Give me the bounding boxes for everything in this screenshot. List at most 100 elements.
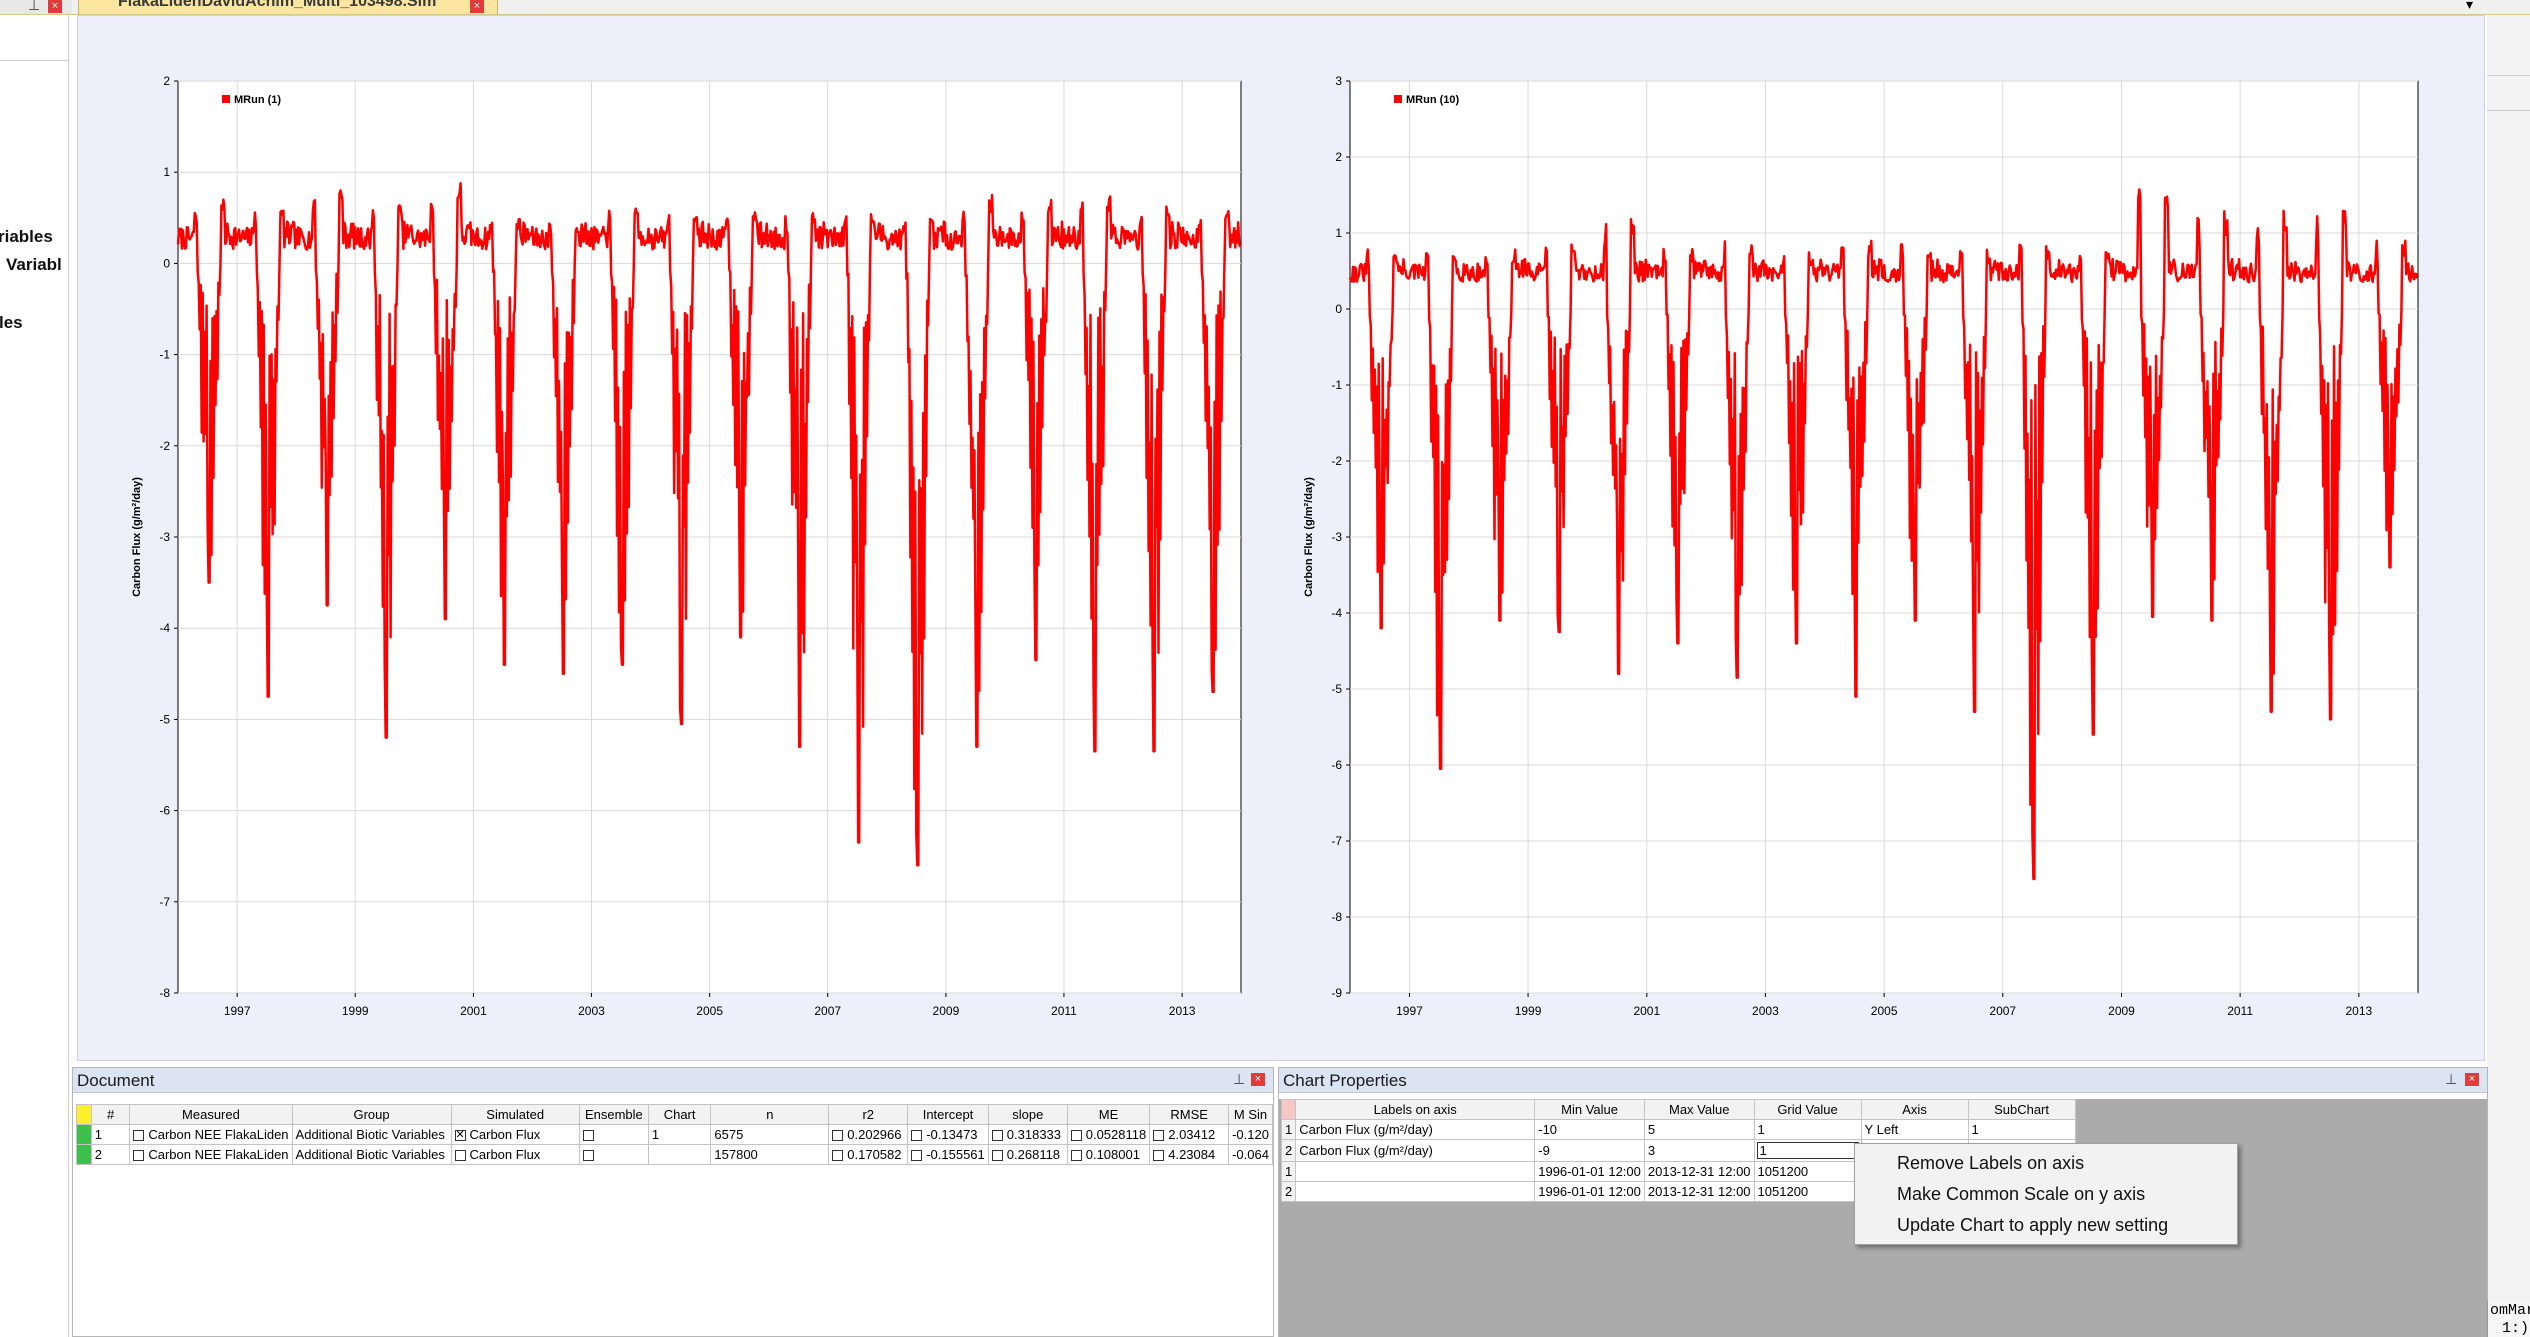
min-cell[interactable]: -9 bbox=[1534, 1139, 1645, 1162]
tab-dropdown-icon[interactable]: ▾ bbox=[2466, 0, 2473, 13]
y-tick-label: -7 bbox=[1331, 834, 1342, 848]
measured-cell[interactable]: Carbon NEE FlakaLiden bbox=[129, 1124, 293, 1145]
simulated-checkbox[interactable] bbox=[454, 1150, 466, 1161]
column-header[interactable]: slope bbox=[987, 1104, 1068, 1125]
slope-checkbox[interactable] bbox=[991, 1150, 1003, 1161]
column-header[interactable]: Labels on axis bbox=[1295, 1099, 1536, 1120]
max-cell[interactable]: 2013-12-31 12:00 bbox=[1643, 1181, 1755, 1202]
left-pane-item[interactable]: Variabl bbox=[6, 255, 62, 275]
chart-mrun-10[interactable]: 3 2 1 0 -1 -2 -3 -4 -5 -6 -7 -8 -9 1997 1999 2001 2003 20… bbox=[1303, 15, 2485, 1061]
left-pane: riables Variabl les bbox=[0, 15, 69, 1337]
table-row[interactable]: 2 Carbon NEE FlakaLiden Additional Bioti… bbox=[76, 1144, 1273, 1165]
row-number: 2 bbox=[1280, 1139, 1297, 1162]
group-cell[interactable]: Additional Biotic Variables bbox=[291, 1144, 452, 1165]
slope-cell: 0.318333 bbox=[987, 1124, 1068, 1145]
grid-cell[interactable]: 1 bbox=[1753, 1119, 1862, 1140]
r2-checkbox[interactable] bbox=[832, 1150, 844, 1161]
measured-cell[interactable]: Carbon NEE FlakaLiden bbox=[129, 1144, 293, 1165]
column-header[interactable]: Max Value bbox=[1643, 1099, 1755, 1120]
column-header[interactable]: n bbox=[710, 1104, 830, 1125]
rmse-checkbox[interactable] bbox=[1153, 1130, 1165, 1141]
column-header[interactable]: Intercept bbox=[907, 1104, 989, 1125]
legend-swatch bbox=[222, 95, 230, 103]
chart-mrun-1[interactable]: 2 1 0 -1 -2 -3 -4 -5 -6 -7 -8 1997 1999 2001 2003 2005 2… bbox=[77, 15, 1317, 1061]
y-tick-label: 2 bbox=[1335, 150, 1342, 164]
column-header[interactable]: Grid Value bbox=[1753, 1099, 1862, 1120]
intercept-checkbox[interactable] bbox=[911, 1150, 923, 1161]
min-cell[interactable]: 1996-01-01 12:00 bbox=[1534, 1161, 1645, 1182]
grid-value-input[interactable]: 1 bbox=[1756, 1142, 1859, 1159]
column-header[interactable]: Chart bbox=[647, 1104, 712, 1125]
x-tick-label: 2003 bbox=[1752, 1004, 1779, 1018]
column-header[interactable]: Axis bbox=[1860, 1099, 1969, 1120]
ensemble-checkbox[interactable] bbox=[582, 1150, 594, 1161]
y-tick-label: -6 bbox=[159, 804, 170, 818]
measured-checkbox[interactable] bbox=[133, 1130, 145, 1141]
document-table: # Measured Group Simulated Ensemble Char… bbox=[76, 1104, 1273, 1165]
me-checkbox[interactable] bbox=[1070, 1130, 1082, 1141]
document-tab-label: FlakaLidenDavidAchim_Multi_103498.Sim bbox=[118, 0, 437, 10]
label-cell[interactable]: Carbon Flux (g/m²/day) bbox=[1295, 1119, 1536, 1140]
slope-checkbox[interactable] bbox=[991, 1130, 1003, 1141]
close-icon[interactable]: × bbox=[2465, 1073, 2479, 1086]
column-header[interactable]: Simulated bbox=[450, 1104, 580, 1125]
chart-cell[interactable]: 1 bbox=[647, 1124, 712, 1145]
table-row[interactable]: 1 Carbon NEE FlakaLiden Additional Bioti… bbox=[76, 1124, 1273, 1145]
column-header[interactable]: SubChart bbox=[1967, 1099, 2076, 1120]
max-cell[interactable]: 3 bbox=[1643, 1139, 1755, 1162]
simulated-cell[interactable]: Carbon Flux bbox=[450, 1144, 580, 1165]
pin-icon[interactable]: ⊥ bbox=[28, 0, 40, 12]
column-header[interactable]: Measured bbox=[129, 1104, 293, 1125]
table-row[interactable]: 1 Carbon Flux (g/m²/day) -10 5 1 Y Left … bbox=[1280, 1119, 2076, 1140]
close-icon[interactable]: × bbox=[1251, 1073, 1265, 1086]
pin-icon[interactable]: ⊥ bbox=[2445, 1072, 2457, 1086]
ensemble-checkbox[interactable] bbox=[582, 1130, 594, 1141]
grid-cell-editing[interactable]: 1 bbox=[1753, 1139, 1862, 1162]
y-tick-label: 1 bbox=[163, 165, 170, 179]
column-header[interactable]: ME bbox=[1066, 1104, 1151, 1125]
simulated-checkbox[interactable] bbox=[454, 1128, 466, 1142]
msim-cell: -0.120 bbox=[1228, 1124, 1273, 1145]
min-cell[interactable]: 1996-01-01 12:00 bbox=[1534, 1181, 1645, 1202]
axis-cell[interactable]: Y Left bbox=[1860, 1119, 1969, 1140]
column-header[interactable]: r2 bbox=[828, 1104, 909, 1125]
ensemble-cell[interactable] bbox=[578, 1144, 649, 1165]
msim-cell: -0.064 bbox=[1228, 1144, 1273, 1165]
label-cell[interactable] bbox=[1295, 1181, 1536, 1202]
r2-checkbox[interactable] bbox=[832, 1130, 844, 1141]
pin-icon[interactable]: ⊥ bbox=[1233, 1072, 1245, 1086]
grid-cell[interactable]: 1051200 bbox=[1753, 1181, 1862, 1202]
legend-swatch bbox=[1394, 95, 1402, 103]
menu-item-update-chart[interactable]: Update Chart to apply new setting bbox=[1897, 1215, 2168, 1236]
column-header[interactable]: Group bbox=[291, 1104, 452, 1125]
grid-cell[interactable]: 1051200 bbox=[1753, 1161, 1862, 1182]
min-cell[interactable]: -10 bbox=[1534, 1119, 1645, 1140]
subchart-cell[interactable]: 1 bbox=[1967, 1119, 2076, 1140]
max-cell[interactable]: 2013-12-31 12:00 bbox=[1643, 1161, 1755, 1182]
me-checkbox[interactable] bbox=[1070, 1150, 1082, 1161]
intercept-checkbox[interactable] bbox=[911, 1130, 923, 1141]
column-header[interactable]: M Sin bbox=[1228, 1104, 1273, 1125]
menu-item-common-scale[interactable]: Make Common Scale on y axis bbox=[1897, 1184, 2145, 1205]
rmse-checkbox[interactable] bbox=[1153, 1150, 1165, 1161]
x-tick-label: 2005 bbox=[1871, 1004, 1898, 1018]
tab-close-icon[interactable]: × bbox=[470, 0, 484, 13]
close-icon[interactable]: × bbox=[48, 0, 62, 13]
max-cell[interactable]: 5 bbox=[1643, 1119, 1755, 1140]
label-cell[interactable] bbox=[1295, 1161, 1536, 1182]
column-header[interactable]: # bbox=[90, 1104, 131, 1125]
measured-checkbox[interactable] bbox=[133, 1150, 145, 1161]
simulated-cell[interactable]: Carbon Flux bbox=[450, 1124, 580, 1145]
code-editor-snippet[interactable]: omMarp 1:) bbox=[2487, 1300, 2530, 1337]
menu-item-remove-labels[interactable]: Remove Labels on axis bbox=[1897, 1153, 2084, 1174]
label-cell[interactable]: Carbon Flux (g/m²/day) bbox=[1295, 1139, 1536, 1162]
left-pane-item[interactable]: riables bbox=[0, 227, 53, 247]
column-header[interactable]: Min Value bbox=[1534, 1099, 1645, 1120]
chart-cell[interactable] bbox=[647, 1144, 712, 1165]
column-header[interactable]: Ensemble bbox=[578, 1104, 649, 1125]
context-menu: Remove Labels on axis Make Common Scale … bbox=[1854, 1143, 2238, 1245]
group-cell[interactable]: Additional Biotic Variables bbox=[291, 1124, 452, 1145]
left-pane-item[interactable]: les bbox=[0, 313, 23, 333]
ensemble-cell[interactable] bbox=[578, 1124, 649, 1145]
column-header[interactable]: RMSE bbox=[1149, 1104, 1230, 1125]
